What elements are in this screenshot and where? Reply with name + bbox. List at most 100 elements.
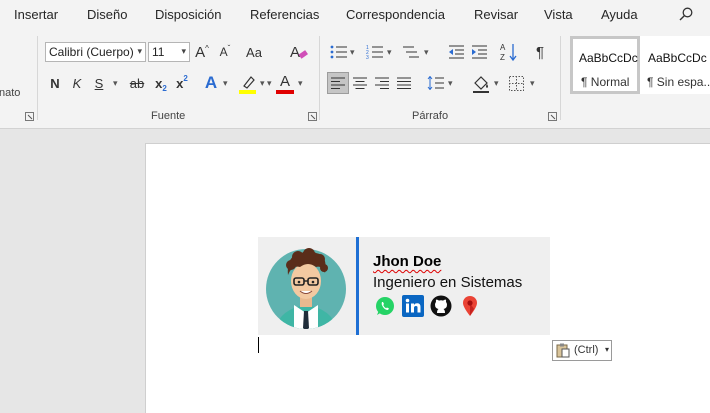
chevron-down-icon[interactable]: ▾ xyxy=(387,47,392,58)
chevron-down-icon[interactable]: ▾ xyxy=(530,78,535,89)
tab-revisar[interactable]: Revisar xyxy=(474,7,518,22)
style-sample: AaBbCcDc xyxy=(579,51,638,65)
text-cursor xyxy=(258,337,259,353)
shrink-font-icon: A xyxy=(219,45,228,59)
bold-button[interactable]: N xyxy=(46,72,64,94)
whatsapp-icon[interactable] xyxy=(374,295,396,317)
signature-accent-bar xyxy=(356,237,359,335)
chevron-down-icon[interactable]: ▾ xyxy=(424,47,429,58)
bullets-icon[interactable] xyxy=(330,44,348,60)
ribbon: nato Calibri (Cuerpo) ▾ 11 ▾ A ^ Aˇ Aa ▾ … xyxy=(0,30,710,129)
show-formatting-marks-button[interactable]: ¶ xyxy=(532,41,548,63)
subscript-button[interactable]: x2 xyxy=(152,72,170,94)
align-left-icon xyxy=(331,77,345,89)
font-name-select[interactable]: Calibri (Cuerpo) ▾ xyxy=(45,42,146,62)
grow-font-button[interactable]: A ^ xyxy=(193,41,211,63)
subscript-icon: x xyxy=(155,75,163,91)
tab-diseno[interactable]: Diseño xyxy=(87,7,127,22)
chevron-down-icon: ▾ xyxy=(605,345,610,354)
document-page[interactable]: Jhon Doe Ingeniero en Sistemas (Ctrl) ▾ xyxy=(145,143,710,413)
svg-text:Z: Z xyxy=(500,53,505,62)
style-label: ¶ Sin espa... xyxy=(647,75,710,89)
group-separator xyxy=(560,36,561,120)
svg-text:A: A xyxy=(500,43,506,52)
underline-icon: S xyxy=(94,75,104,91)
email-signature: Jhon Doe Ingeniero en Sistemas xyxy=(258,237,550,335)
clipboard-launcher-icon[interactable] xyxy=(25,112,34,121)
text-effects-icon: A xyxy=(204,73,218,92)
avatar xyxy=(266,248,346,329)
multilevel-list-icon[interactable] xyxy=(402,44,420,60)
tab-insertar[interactable]: Insertar xyxy=(14,7,58,22)
italic-icon: K xyxy=(72,75,82,91)
chevron-down-icon[interactable]: ▾ xyxy=(448,78,453,89)
svg-text:3: 3 xyxy=(366,55,369,60)
sort-icon[interactable]: A Z xyxy=(500,42,518,62)
font-color-swatch xyxy=(276,90,294,94)
justify-icon xyxy=(397,77,411,89)
superscript-icon: x xyxy=(176,75,184,91)
clipboard-icon xyxy=(556,343,570,358)
github-icon[interactable] xyxy=(430,295,452,317)
font-launcher-icon[interactable] xyxy=(308,112,317,121)
chevron-down-icon[interactable]: ▾ xyxy=(350,47,355,58)
svg-text:A: A xyxy=(290,44,300,61)
highlight-color-icon[interactable] xyxy=(238,73,258,95)
style-normal[interactable]: AaBbCcDc ¶ Normal xyxy=(570,36,640,94)
align-right-button[interactable] xyxy=(372,72,392,94)
paragraph-launcher-icon[interactable] xyxy=(548,112,557,121)
chevron-down-icon[interactable]: ▾ xyxy=(223,78,228,89)
increase-indent-icon[interactable] xyxy=(471,44,488,60)
numbering-icon[interactable]: 1 2 3 xyxy=(366,44,384,60)
style-label: ¶ Normal xyxy=(581,75,630,89)
font-size-value: 11 xyxy=(152,45,165,59)
borders-icon[interactable] xyxy=(509,76,524,91)
clear-formatting-icon[interactable]: A xyxy=(289,42,309,62)
strikethrough-button[interactable]: ab xyxy=(126,72,148,94)
align-right-icon xyxy=(375,77,389,89)
style-no-spacing[interactable]: AaBbCcDc ¶ Sin espa... xyxy=(640,36,710,94)
change-case-button[interactable]: Aa xyxy=(243,41,265,63)
align-center-button[interactable] xyxy=(350,72,370,94)
justify-button[interactable] xyxy=(394,72,414,94)
superscript-button[interactable]: x2 xyxy=(173,72,191,94)
signature-name: Jhon Doe xyxy=(373,253,442,270)
font-color-button[interactable]: A xyxy=(275,70,295,92)
italic-button[interactable]: K xyxy=(68,72,86,94)
clipboard-format-painter-label[interactable]: nato xyxy=(0,87,20,99)
chevron-down-icon[interactable]: ▾ xyxy=(113,78,118,89)
shading-icon[interactable] xyxy=(471,74,491,94)
paste-options-label: (Ctrl) xyxy=(574,344,599,356)
paragraph-group-label: Párrafo xyxy=(412,110,449,122)
tab-disposicion[interactable]: Disposición xyxy=(155,7,221,22)
group-separator xyxy=(37,36,38,120)
shrink-font-button[interactable]: Aˇ xyxy=(216,41,234,63)
strikethrough-icon: ab xyxy=(129,75,145,91)
chevron-down-icon: ▾ xyxy=(137,46,142,56)
chevron-down-icon: ▾ xyxy=(181,46,186,56)
grow-font-icon: A xyxy=(195,43,206,61)
tab-ayuda[interactable]: Ayuda xyxy=(601,7,638,22)
chevron-down-icon[interactable]: ▾ xyxy=(267,78,272,89)
font-group-label: Fuente xyxy=(151,110,186,122)
font-size-select[interactable]: 11 ▾ xyxy=(148,42,190,62)
tab-vista[interactable]: Vista xyxy=(544,7,573,22)
chevron-down-icon[interactable]: ▾ xyxy=(298,78,303,89)
align-left-button[interactable] xyxy=(327,72,349,94)
styles-gallery: AaBbCcDc ¶ Normal AaBbCcDc ¶ Sin espa... xyxy=(566,36,710,96)
chevron-down-icon[interactable]: ▾ xyxy=(260,78,265,89)
location-pin-icon[interactable] xyxy=(459,295,481,317)
paste-options-button[interactable]: (Ctrl) ▾ xyxy=(552,340,612,361)
decrease-indent-icon[interactable] xyxy=(448,44,465,60)
text-effects-button[interactable]: A xyxy=(201,72,221,94)
line-spacing-icon[interactable] xyxy=(427,76,445,90)
pilcrow-icon: ¶ xyxy=(535,43,545,61)
tab-referencias[interactable]: Referencias xyxy=(250,7,319,22)
linkedin-icon[interactable] xyxy=(402,295,424,317)
chevron-down-icon[interactable]: ▾ xyxy=(494,78,499,89)
search-icon[interactable] xyxy=(679,7,693,21)
font-name-value: Calibri (Cuerpo) xyxy=(49,45,134,59)
underline-button[interactable]: S xyxy=(90,72,108,94)
style-sample: AaBbCcDc xyxy=(648,51,707,65)
tab-correspondencia[interactable]: Correspondencia xyxy=(346,7,445,22)
